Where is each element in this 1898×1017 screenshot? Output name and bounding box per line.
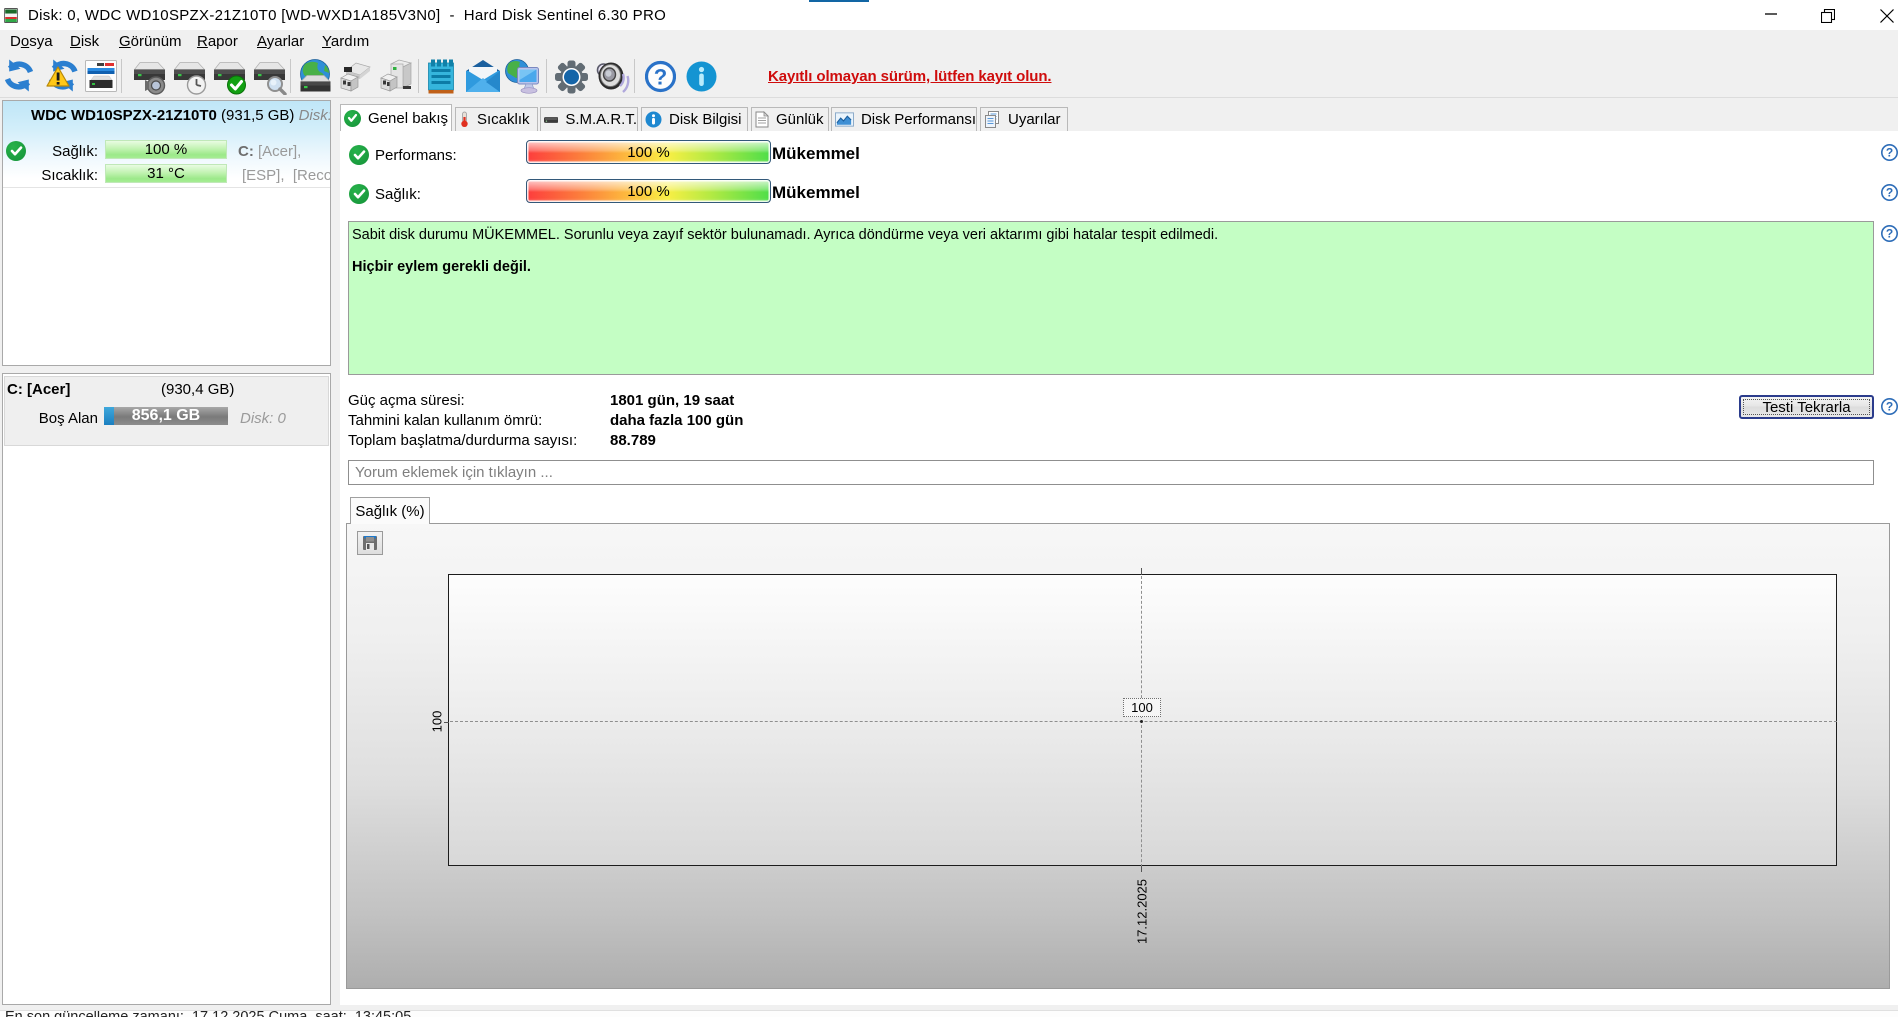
svg-text:?: ? xyxy=(1886,227,1893,241)
svg-text:?: ? xyxy=(1886,186,1893,200)
svg-text:?: ? xyxy=(1886,400,1893,414)
svg-text:?: ? xyxy=(654,65,667,90)
svg-text:?: ? xyxy=(1886,146,1893,160)
